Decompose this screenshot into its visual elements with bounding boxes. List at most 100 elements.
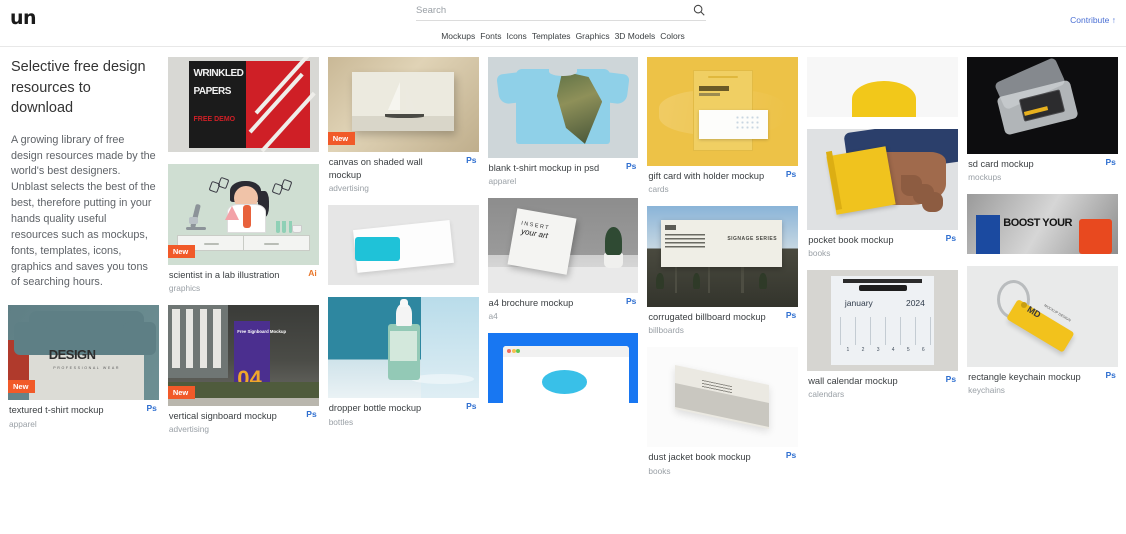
card-thumbnail[interactable]: BOOST YOUR xyxy=(967,194,1118,255)
card-thumbnail[interactable] xyxy=(647,347,799,448)
intro-paragraph: A growing library of free design resourc… xyxy=(11,133,156,289)
card-title: a4 brochure mockup xyxy=(488,298,574,309)
card-thumbnail[interactable] xyxy=(807,129,959,230)
card-calendar[interactable]: january 2024 123456 wall calendar mockup… xyxy=(807,270,959,400)
search-icon[interactable] xyxy=(692,3,706,17)
search-input[interactable] xyxy=(416,4,692,16)
thumb-text-signage: SIGNAGE SERIES xyxy=(727,236,778,243)
site-logo[interactable]: un xyxy=(10,9,37,28)
card-partial-docs[interactable] xyxy=(327,205,479,286)
card-category: books xyxy=(808,248,831,259)
intro-block: Selective free design resources to downl… xyxy=(8,57,159,291)
nav-item-graphics[interactable]: Graphics xyxy=(576,31,610,41)
contribute-link[interactable]: Contribute ↑ xyxy=(1070,15,1116,25)
nav-item-icons[interactable]: Icons xyxy=(506,31,526,41)
format-badge-ps: Ps xyxy=(625,161,637,171)
card-title: dropper bottle mockup xyxy=(328,403,422,414)
format-badge-ps: Ps xyxy=(945,233,957,243)
card-thumbnail[interactable]: january 2024 123456 xyxy=(807,270,959,372)
card-sdcard[interactable]: sd card mockup mockups Ps xyxy=(967,57,1118,182)
nav-item-colors[interactable]: Colors xyxy=(660,31,685,41)
card-wrinkled-papers[interactable]: WRINKLED PAPERS FREE DEMO xyxy=(167,57,319,152)
card-thumbnail[interactable] xyxy=(967,57,1118,154)
format-badge-ps: Ps xyxy=(306,409,317,420)
format-badge-ps: Ps xyxy=(785,310,797,321)
card-title: wall calendar mockup xyxy=(808,376,898,387)
card-thumbnail[interactable]: INSERT your art xyxy=(487,198,639,294)
page-title: Selective free design resources to downl… xyxy=(11,59,146,117)
card-thumbnail[interactable]: SIGNAGE SERIES xyxy=(647,206,799,308)
format-badge-ps: Ps xyxy=(466,401,477,412)
card-category: apparel xyxy=(9,418,37,429)
thumb-text-wrinkled: WRINKLED xyxy=(193,68,244,80)
new-badge: New xyxy=(327,132,356,145)
nav-item-templates[interactable]: Templates xyxy=(532,31,571,41)
card-category: billboards xyxy=(648,325,684,336)
thumb-text-month: january xyxy=(844,298,873,309)
card-signboard[interactable]: Free Signboard Mockup 04 New vertical si… xyxy=(167,305,319,435)
card-tshirt-blank[interactable]: blank t-shirt mockup in psd apparel Ps xyxy=(487,57,639,186)
card-thumbnail[interactable] xyxy=(487,333,639,404)
nav-item-mockups[interactable]: Mockups xyxy=(441,31,475,41)
thumb-text-signboard: Free Signboard Mockup xyxy=(237,329,287,335)
format-badge-ps: Ps xyxy=(1105,370,1116,381)
format-badge-ps: Ps xyxy=(466,155,477,165)
thumb-text-year: 2024 xyxy=(905,298,925,309)
card-thumbnail[interactable]: WRINKLED PAPERS FREE DEMO xyxy=(167,57,319,152)
format-badge-ai: Ai xyxy=(308,268,317,278)
card-thumbnail[interactable]: New xyxy=(327,57,479,152)
format-badge-ps: Ps xyxy=(945,374,957,385)
card-brochure[interactable]: INSERT your art a4 brochure mockup a4 Ps xyxy=(487,198,639,322)
card-billboard[interactable]: SIGNAGE SERIES corrugated billboard mock… xyxy=(647,206,799,336)
card-thumbnail[interactable] xyxy=(327,297,479,399)
card-title: gift card with holder mockup xyxy=(648,171,765,181)
card-thumbnail[interactable]: DESIGN PROFESSIONAL WEAR New xyxy=(8,305,159,401)
thumb-text-freedemo: FREE DEMO xyxy=(193,115,236,123)
nav-item-3d-models[interactable]: 3D Models xyxy=(615,31,656,41)
card-thumbnail[interactable] xyxy=(807,57,959,117)
card-category: a4 xyxy=(488,311,498,322)
card-category: mockups xyxy=(968,172,1002,183)
resource-grid: Selective free design resources to downl… xyxy=(8,47,1118,524)
new-badge: New xyxy=(167,386,196,400)
search-bar xyxy=(416,3,706,21)
card-title: corrugated billboard mockup xyxy=(648,312,766,323)
card-partial-browser[interactable] xyxy=(487,333,639,404)
card-pocketbook[interactable]: pocket book mockup books Ps xyxy=(807,129,959,259)
format-badge-ps: Ps xyxy=(625,296,637,307)
card-partial-yellow[interactable] xyxy=(807,57,959,117)
card-keychain[interactable]: MD MOCKUP DESIGN rectangle keychain mock… xyxy=(967,266,1118,395)
thumb-text-papers: PAPERS xyxy=(193,85,231,97)
card-thumbnail[interactable]: Free Signboard Mockup 04 New xyxy=(167,305,319,407)
card-giftcard[interactable]: gift card with holder mockup cards Ps xyxy=(647,57,799,195)
card-category: advertising xyxy=(168,424,209,435)
card-title: dust jacket book mockup xyxy=(648,452,751,463)
card-dropper[interactable]: dropper bottle mockup bottles Ps xyxy=(327,297,479,427)
site-header: un Mockups Fonts Icons Templates Graphic… xyxy=(0,0,1126,47)
card-thumbnail[interactable]: New xyxy=(167,164,319,265)
card-thumbnail[interactable] xyxy=(647,57,799,166)
card-title: blank t-shirt mockup in psd xyxy=(488,163,600,173)
card-partial-boost[interactable]: BOOST YOUR xyxy=(967,194,1118,255)
card-textured-tshirt[interactable]: DESIGN PROFESSIONAL WEAR New textured t-… xyxy=(8,305,159,429)
card-category: keychains xyxy=(968,385,1005,396)
thumb-text-boost: BOOST YOUR xyxy=(1003,217,1073,230)
format-badge-ps: Ps xyxy=(1105,157,1116,167)
card-title: canvas on shaded wall mockup xyxy=(328,157,423,181)
format-badge-ps: Ps xyxy=(785,169,797,179)
thumb-text-design: DESIGN xyxy=(48,347,96,363)
nav-item-fonts[interactable]: Fonts xyxy=(480,31,501,41)
card-category: calendars xyxy=(808,389,845,400)
card-category: advertising xyxy=(328,183,369,194)
card-thumbnail[interactable] xyxy=(327,205,479,286)
card-category: graphics xyxy=(168,283,201,294)
card-thumbnail[interactable]: MD MOCKUP DESIGN xyxy=(967,266,1118,368)
card-dustjacket[interactable]: dust jacket book mockup books Ps xyxy=(647,347,799,476)
card-canvas[interactable]: New canvas on shaded wall mockup adverti… xyxy=(327,57,479,194)
format-badge-ps: Ps xyxy=(785,450,797,461)
card-category: cards xyxy=(648,184,669,195)
card-scientist[interactable]: New scientist in a lab illustration grap… xyxy=(167,164,319,294)
card-title: scientist in a lab illustration xyxy=(168,270,280,280)
content-area: Selective free design resources to downl… xyxy=(0,47,1126,534)
card-thumbnail[interactable] xyxy=(487,57,639,158)
